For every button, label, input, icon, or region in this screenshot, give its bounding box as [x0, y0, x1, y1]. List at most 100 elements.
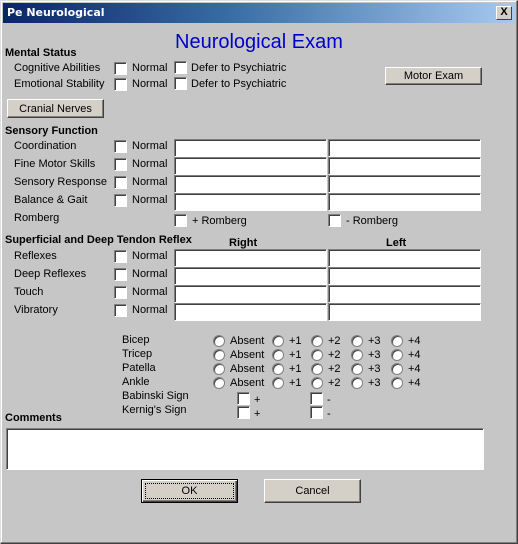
reflexes-right-input[interactable] [174, 249, 327, 267]
deep-reflexes-normal-checkbox[interactable] [114, 268, 127, 281]
sensory-row-label: Coordination [14, 140, 77, 152]
touch-left-input[interactable] [328, 285, 481, 303]
vibratory-normal-checkbox[interactable] [114, 304, 127, 317]
babinski-positive-checkbox[interactable] [237, 392, 250, 405]
normal-label: Normal [132, 140, 168, 152]
grade-radio-tricep-plus2[interactable] [311, 349, 323, 361]
grade-option-label: +4 [408, 349, 421, 361]
sensory-response-right-input[interactable] [174, 175, 327, 193]
comments-heading: Comments [5, 412, 62, 424]
emotional-defer-label: Defer to Psychiatric [191, 78, 287, 90]
reflex-grade-row-label: Patella [122, 362, 156, 374]
reflexes-normal-checkbox[interactable] [114, 250, 127, 263]
reflex-row-label: Touch [14, 286, 44, 298]
cancel-button[interactable]: Cancel [264, 479, 361, 503]
romberg-negative-checkbox[interactable] [328, 214, 341, 227]
sensory-response-normal-checkbox[interactable] [114, 176, 127, 189]
touch-right-input[interactable] [174, 285, 327, 303]
normal-label: Normal [132, 268, 168, 280]
grade-radio-patella-plus3[interactable] [351, 363, 363, 375]
grade-radio-bicep-plus1[interactable] [272, 335, 284, 347]
babinski-negative-checkbox[interactable] [310, 392, 323, 405]
grade-radio-patella-plus2[interactable] [311, 363, 323, 375]
motor-exam-button[interactable]: Motor Exam [385, 67, 482, 85]
grade-radio-bicep-plus3[interactable] [351, 335, 363, 347]
reflex-row-label: Reflexes [14, 250, 57, 262]
title-bar[interactable]: Pe Neurological X [3, 3, 515, 23]
deep-reflexes-right-input[interactable] [174, 267, 327, 285]
sensory-function-heading: Sensory Function [5, 125, 98, 137]
grade-radio-tricep-plus1[interactable] [272, 349, 284, 361]
fine-motor-normal-checkbox[interactable] [114, 158, 127, 171]
sensory-response-left-input[interactable] [328, 175, 481, 193]
neurological-dialog: Pe Neurological X Neurological Exam Ment… [0, 0, 518, 544]
cranial-nerves-button[interactable]: Cranial Nerves [7, 99, 104, 118]
grade-option-label: +3 [368, 335, 381, 347]
grade-radio-tricep-absent[interactable] [213, 349, 225, 361]
cognitive-normal-checkbox[interactable] [114, 62, 127, 75]
grade-radio-patella-plus1[interactable] [272, 363, 284, 375]
touch-normal-checkbox[interactable] [114, 286, 127, 299]
comments-textarea[interactable] [6, 428, 484, 470]
emotional-stability-label: Emotional Stability [14, 78, 105, 90]
normal-label: Normal [132, 158, 168, 170]
reflex-heading: Superficial and Deep Tendon Reflex [5, 234, 192, 246]
grade-radio-patella-plus4[interactable] [391, 363, 403, 375]
emotional-defer-checkbox[interactable] [174, 77, 187, 90]
normal-label: Normal [132, 176, 168, 188]
grade-radio-ankle-plus4[interactable] [391, 377, 403, 389]
kernig-positive-label: + [254, 408, 261, 420]
grade-option-label: +2 [328, 335, 341, 347]
sensory-row-label: Sensory Response [14, 176, 107, 188]
kernig-negative-checkbox[interactable] [310, 406, 323, 419]
coordination-right-input[interactable] [174, 139, 327, 157]
grade-radio-ankle-absent[interactable] [213, 377, 225, 389]
balance-gait-right-input[interactable] [174, 193, 327, 211]
emotional-normal-checkbox[interactable] [114, 78, 127, 91]
reflexes-left-input[interactable] [328, 249, 481, 267]
grade-radio-tricep-plus3[interactable] [351, 349, 363, 361]
grade-option-label: +3 [368, 377, 381, 389]
emotional-normal-label: Normal [132, 78, 168, 90]
grade-option-label: +2 [328, 363, 341, 375]
kernig-positive-checkbox[interactable] [237, 406, 250, 419]
romberg-positive-checkbox[interactable] [174, 214, 187, 227]
vibratory-left-input[interactable] [328, 303, 481, 321]
right-column-header: Right [229, 237, 258, 249]
grade-option-label: +4 [408, 335, 421, 347]
fine-motor-right-input[interactable] [174, 157, 327, 175]
close-button[interactable]: X [496, 6, 512, 20]
grade-radio-bicep-plus4[interactable] [391, 335, 403, 347]
reflex-grade-row-label: Ankle [122, 376, 150, 388]
ok-button[interactable]: OK [141, 479, 238, 503]
window-title: Pe Neurological [7, 6, 105, 19]
balance-gait-left-input[interactable] [328, 193, 481, 211]
grade-radio-bicep-absent[interactable] [213, 335, 225, 347]
grade-radio-ankle-plus3[interactable] [351, 377, 363, 389]
grade-radio-patella-absent[interactable] [213, 363, 225, 375]
sensory-row-label: Balance & Gait [14, 194, 88, 206]
normal-label: Normal [132, 304, 168, 316]
grade-radio-tricep-plus4[interactable] [391, 349, 403, 361]
normal-label: Normal [132, 250, 168, 262]
grade-option-label: +2 [328, 349, 341, 361]
babinski-sign-label: Babinski Sign [122, 390, 189, 402]
grade-option-label: +1 [289, 349, 302, 361]
grade-option-label: +4 [408, 363, 421, 375]
grade-option-label: +2 [328, 377, 341, 389]
reflex-row-label: Deep Reflexes [14, 268, 87, 280]
cognitive-defer-checkbox[interactable] [174, 61, 187, 74]
grade-radio-bicep-plus2[interactable] [311, 335, 323, 347]
romberg-label: Romberg [14, 212, 60, 224]
coordination-left-input[interactable] [328, 139, 481, 157]
coordination-normal-checkbox[interactable] [114, 140, 127, 153]
grade-radio-ankle-plus1[interactable] [272, 377, 284, 389]
left-column-header: Left [386, 237, 407, 249]
vibratory-right-input[interactable] [174, 303, 327, 321]
deep-reflexes-left-input[interactable] [328, 267, 481, 285]
grade-radio-ankle-plus2[interactable] [311, 377, 323, 389]
mental-status-heading: Mental Status [5, 47, 77, 59]
grade-option-label: +3 [368, 363, 381, 375]
fine-motor-left-input[interactable] [328, 157, 481, 175]
balance-gait-normal-checkbox[interactable] [114, 194, 127, 207]
